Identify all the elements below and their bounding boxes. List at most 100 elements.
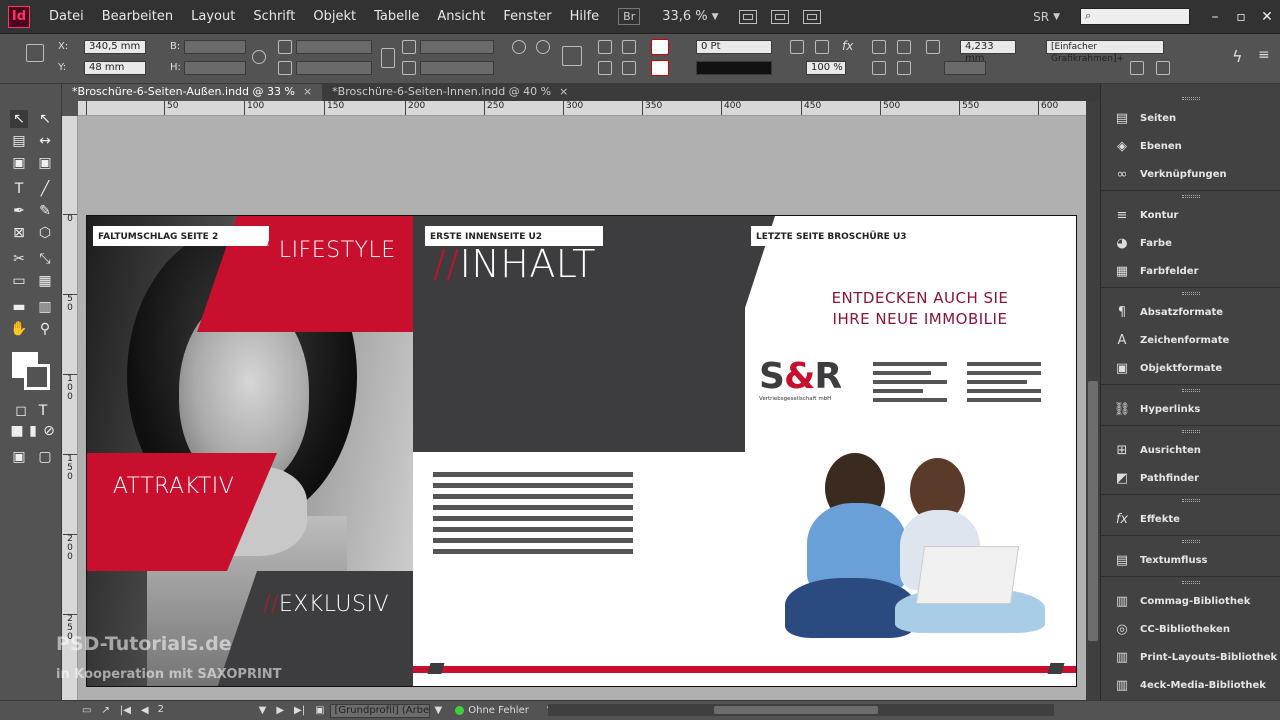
text-wrap-shape-icon[interactable] xyxy=(872,61,886,75)
pencil-tool-icon[interactable]: ✎ xyxy=(36,202,54,220)
rectangle-frame-tool-icon[interactable]: ⊠ xyxy=(10,224,28,242)
content-collector-icon[interactable]: ▣ xyxy=(10,154,28,172)
couple-photo[interactable] xyxy=(785,448,1055,658)
vertical-ruler[interactable]: 0 5 0 1 0 0 1 5 0 2 0 0 2 5 0 xyxy=(62,116,78,700)
tab-close-icon[interactable]: × xyxy=(559,85,568,98)
text-wrap-jump-icon[interactable] xyxy=(897,61,911,75)
scale-y-icon[interactable] xyxy=(278,61,292,75)
scale-x-field[interactable] xyxy=(296,40,372,54)
object-style-dropdown[interactable]: [Einfacher Grafikrahmen]+ xyxy=(1046,40,1164,64)
text-wrap-bbox-icon[interactable] xyxy=(897,40,911,54)
arrange-documents-icon[interactable] xyxy=(802,9,821,24)
placeholder-line[interactable] xyxy=(967,380,1027,384)
placeholder-line[interactable] xyxy=(433,505,633,510)
shear-field[interactable] xyxy=(420,61,494,75)
gradient-feather-tool-icon[interactable]: ▦ xyxy=(36,272,54,290)
note-tool-icon[interactable]: ▬ xyxy=(10,298,28,316)
rotation-field[interactable] xyxy=(420,40,494,54)
select-container-icon[interactable] xyxy=(622,40,636,54)
panel-hyperlinks[interactable]: ⛓ Hyperlinks xyxy=(1101,395,1280,423)
slogan-exklusiv[interactable]: //EXKLUSIV xyxy=(263,592,389,617)
inhalt-title[interactable]: //INHALT xyxy=(433,242,596,286)
line-tool-icon[interactable]: ╱ xyxy=(36,180,54,198)
width-field[interactable] xyxy=(184,40,246,54)
placeholder-line[interactable] xyxy=(967,362,1041,366)
export-icon[interactable]: ↗ xyxy=(101,705,109,716)
type-tool-icon[interactable]: T xyxy=(10,180,28,198)
tab-close-icon[interactable]: × xyxy=(303,85,312,98)
reference-point-icon[interactable] xyxy=(26,44,44,62)
free-transform-tool-icon[interactable]: ⤡ xyxy=(36,250,54,268)
panel-print-layouts-bibliothek[interactable]: ▥ Print-Layouts-Bibliothek xyxy=(1101,643,1280,671)
panel-effekte[interactable]: fx Effekte xyxy=(1101,505,1280,533)
menu-objekt[interactable]: Objekt xyxy=(304,9,365,24)
user-menu[interactable]: SR xyxy=(1033,10,1049,24)
spread[interactable]: FALTUMSCHLAG SEITE 2 //LIFESTYLE //ATTRA… xyxy=(86,215,1077,687)
panel-textumfluss[interactable]: ▤ Textumfluss xyxy=(1101,546,1280,574)
panel-objektformate[interactable]: ▣ Objektformate xyxy=(1101,354,1280,382)
panel-grip[interactable] xyxy=(1101,537,1280,545)
panel-kontur[interactable]: ≡ Kontur xyxy=(1101,201,1280,229)
eyedropper-tool-icon[interactable]: ▥ xyxy=(36,298,54,316)
menu-fenster[interactable]: Fenster xyxy=(494,9,560,24)
placeholder-line[interactable] xyxy=(433,549,633,554)
vertical-scrollbar[interactable] xyxy=(1086,101,1100,700)
zoom-level[interactable]: 33,6 % xyxy=(662,9,707,24)
sr-logo[interactable]: S&R xyxy=(759,356,842,397)
panel-grip[interactable] xyxy=(1101,578,1280,586)
scale-y-field[interactable] xyxy=(296,61,372,75)
page-tool-icon[interactable]: ▤ xyxy=(10,132,28,150)
path-icon[interactable] xyxy=(562,46,582,66)
polygon-tool-icon[interactable]: ⬡ xyxy=(36,224,54,242)
placeholder-line[interactable] xyxy=(433,472,633,477)
height-field[interactable] xyxy=(184,61,246,75)
menu-schrift[interactable]: Schrift xyxy=(244,9,304,24)
panel-cc-bibliotheken[interactable]: ◎ CC-Bibliotheken xyxy=(1101,615,1280,643)
apply-none-icon[interactable]: ⊘ xyxy=(40,422,58,440)
rotate-angle-icon[interactable] xyxy=(402,40,416,54)
align-field[interactable] xyxy=(944,61,986,75)
offset-field[interactable]: 4,233 mm xyxy=(960,40,1016,64)
formatting-container-icon[interactable]: ◻ xyxy=(12,402,30,420)
panel-seiten[interactable]: ▤ Seiten xyxy=(1101,104,1280,132)
x-position-field[interactable]: 340,5 mm xyxy=(84,40,146,54)
normal-view-icon[interactable]: ▣ xyxy=(10,448,28,466)
page-number-field[interactable]: 2 xyxy=(153,703,254,718)
panel-zeichenformate[interactable]: A Zeichenformate xyxy=(1101,326,1280,354)
bottom-tab-left[interactable] xyxy=(427,663,445,674)
placeholder-line[interactable] xyxy=(433,516,633,521)
placeholder-line[interactable] xyxy=(433,483,633,488)
menu-bearbeiten[interactable]: Bearbeiten xyxy=(93,9,182,24)
maximize-icon[interactable]: ▫ xyxy=(1228,4,1254,30)
hand-tool-icon[interactable]: ✋ xyxy=(10,320,28,338)
last-page-icon[interactable]: ▶| xyxy=(294,705,305,716)
horizontal-ruler[interactable]: 50 100 150 200 250 300 350 400 450 500 5… xyxy=(78,101,1086,116)
placeholder-line[interactable] xyxy=(873,398,947,402)
gap-tool-icon[interactable]: ↔ xyxy=(36,132,54,150)
lightning-icon[interactable]: ϟ xyxy=(1232,47,1243,66)
horizontal-scrollbar[interactable] xyxy=(548,704,1054,716)
stroke-type-field[interactable] xyxy=(696,61,772,75)
link-scale-icon[interactable] xyxy=(381,48,395,68)
panel-menu-icon[interactable]: ≡ xyxy=(1258,47,1270,63)
bridge-button[interactable]: Br xyxy=(618,8,641,25)
rotate-ccw-icon[interactable] xyxy=(536,40,550,54)
panel-grip[interactable] xyxy=(1101,94,1280,102)
scrollbar-thumb[interactable] xyxy=(714,706,878,714)
profile-dropdown-icon[interactable]: ▼ xyxy=(435,705,443,716)
text-wrap-none-icon[interactable] xyxy=(872,40,886,54)
scissors-tool-icon[interactable]: ✂ xyxy=(10,250,28,268)
formatting-text-icon[interactable]: T xyxy=(34,402,52,420)
panel-grip[interactable] xyxy=(1101,192,1280,200)
panel-grip[interactable] xyxy=(1101,289,1280,297)
y-position-field[interactable]: 48 mm xyxy=(84,61,146,75)
panel-verknuepfungen[interactable]: ∞ Verknüpfungen xyxy=(1101,160,1280,188)
preview-mode-icon[interactable]: ▢ xyxy=(36,448,54,466)
panel-4eck-media-bibliothek[interactable]: ▥ 4eck-Media-Bibliothek xyxy=(1101,671,1280,699)
bottom-tab-right[interactable] xyxy=(1047,663,1065,674)
page-label[interactable]: FALTUMSCHLAG SEITE 2 xyxy=(93,226,269,246)
zoom-tool-icon[interactable]: ⚲ xyxy=(36,320,54,338)
gradient-tool-icon[interactable]: ▭ xyxy=(10,272,28,290)
open-page-icon[interactable]: ▣ xyxy=(315,705,324,716)
fill-none-icon[interactable] xyxy=(651,39,669,55)
